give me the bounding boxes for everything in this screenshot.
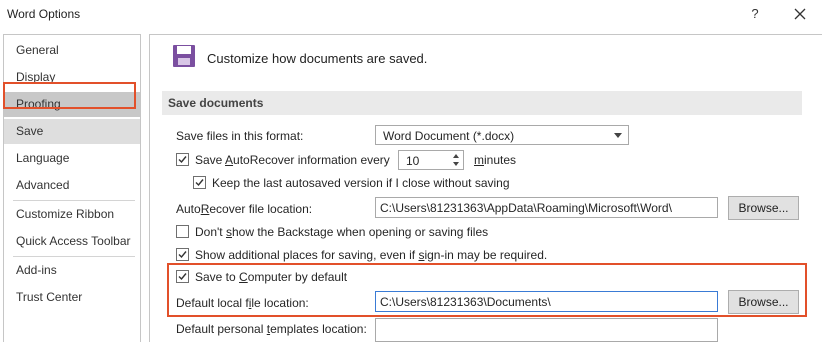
minutes-value: 10 <box>406 154 420 168</box>
title-bar: Word Options ? <box>0 0 822 30</box>
backstage-label: Don't show the Backstage when opening or… <box>195 225 489 239</box>
save-to-computer-label: Save to Computer by default <box>195 270 348 284</box>
minutes-label: minutes <box>474 153 517 167</box>
default-local-browse-button[interactable]: Browse... <box>728 290 799 314</box>
backstage-checkbox[interactable] <box>176 225 189 238</box>
page-heading: Customize how documents are saved. <box>207 51 428 66</box>
autorecover-checkbox[interactable] <box>176 153 189 166</box>
sidebar-item-quick-access-toolbar[interactable]: Quick Access Toolbar <box>4 229 140 254</box>
keep-last-autosaved-label: Keep the last autosaved version if I clo… <box>212 176 510 190</box>
autorecover-browse-button[interactable]: Browse... <box>728 196 799 220</box>
default-local-location-input[interactable]: C:\Users\81231363\Documents\ <box>375 291 718 312</box>
sidebar-item-language[interactable]: Language <box>4 146 140 171</box>
checkmark-icon <box>178 273 187 281</box>
keep-last-autosaved-checkbox[interactable] <box>193 176 206 189</box>
sidebar-item-save[interactable]: Save <box>4 119 140 144</box>
close-icon <box>794 8 806 20</box>
personal-templates-location-label: Default personal templates location: <box>176 322 367 336</box>
autorecover-location-value: C:\Users\81231363\AppData\Roaming\Micros… <box>380 201 672 215</box>
save-to-computer-checkbox[interactable] <box>176 270 189 283</box>
sidebar-divider <box>13 200 135 201</box>
format-value: Word Document (*.docx) <box>383 129 515 143</box>
sidebar-item-proofing[interactable]: Proofing <box>4 92 140 117</box>
checkmark-icon <box>178 251 187 259</box>
window-title: Word Options <box>7 7 81 21</box>
format-label: Save files in this format: <box>176 129 304 143</box>
help-button[interactable]: ? <box>748 6 762 21</box>
autorecover-location-label: AutoRecover file location: <box>176 202 313 216</box>
spin-down-icon[interactable] <box>453 162 459 166</box>
autorecover-location-input[interactable]: C:\Users\81231363\AppData\Roaming\Micros… <box>375 197 718 218</box>
sidebar-item-customize-ribbon[interactable]: Customize Ribbon <box>4 202 140 227</box>
sidebar-item-add-ins[interactable]: Add-ins <box>4 258 140 283</box>
sidebar-item-advanced[interactable]: Advanced <box>4 173 140 198</box>
sidebar-item-display[interactable]: Display <box>4 65 140 90</box>
default-local-location-value: C:\Users\81231363\Documents\ <box>380 295 551 309</box>
format-dropdown[interactable]: Word Document (*.docx) <box>375 125 629 145</box>
checkmark-icon <box>178 156 187 164</box>
autorecover-label: Save AutoRecover information every <box>195 153 390 167</box>
sidebar-divider <box>13 256 135 257</box>
options-sidebar: General Display Proofing Save Language A… <box>3 34 141 342</box>
sidebar-item-general[interactable]: General <box>4 38 140 63</box>
personal-templates-location-input[interactable] <box>375 318 718 342</box>
default-local-location-label: Default local file location: <box>176 296 309 310</box>
chevron-down-icon <box>614 133 622 138</box>
spin-up-icon[interactable] <box>453 154 459 158</box>
close-button[interactable] <box>788 2 814 26</box>
autorecover-minutes-stepper[interactable]: 10 <box>398 150 464 170</box>
section-title: Save documents <box>168 96 264 110</box>
additional-places-label: Show additional places for saving, even … <box>195 248 548 262</box>
additional-places-checkbox[interactable] <box>176 248 189 261</box>
checkmark-icon <box>195 179 204 187</box>
save-disk-icon <box>172 44 196 68</box>
sidebar-item-trust-center[interactable]: Trust Center <box>4 285 140 310</box>
